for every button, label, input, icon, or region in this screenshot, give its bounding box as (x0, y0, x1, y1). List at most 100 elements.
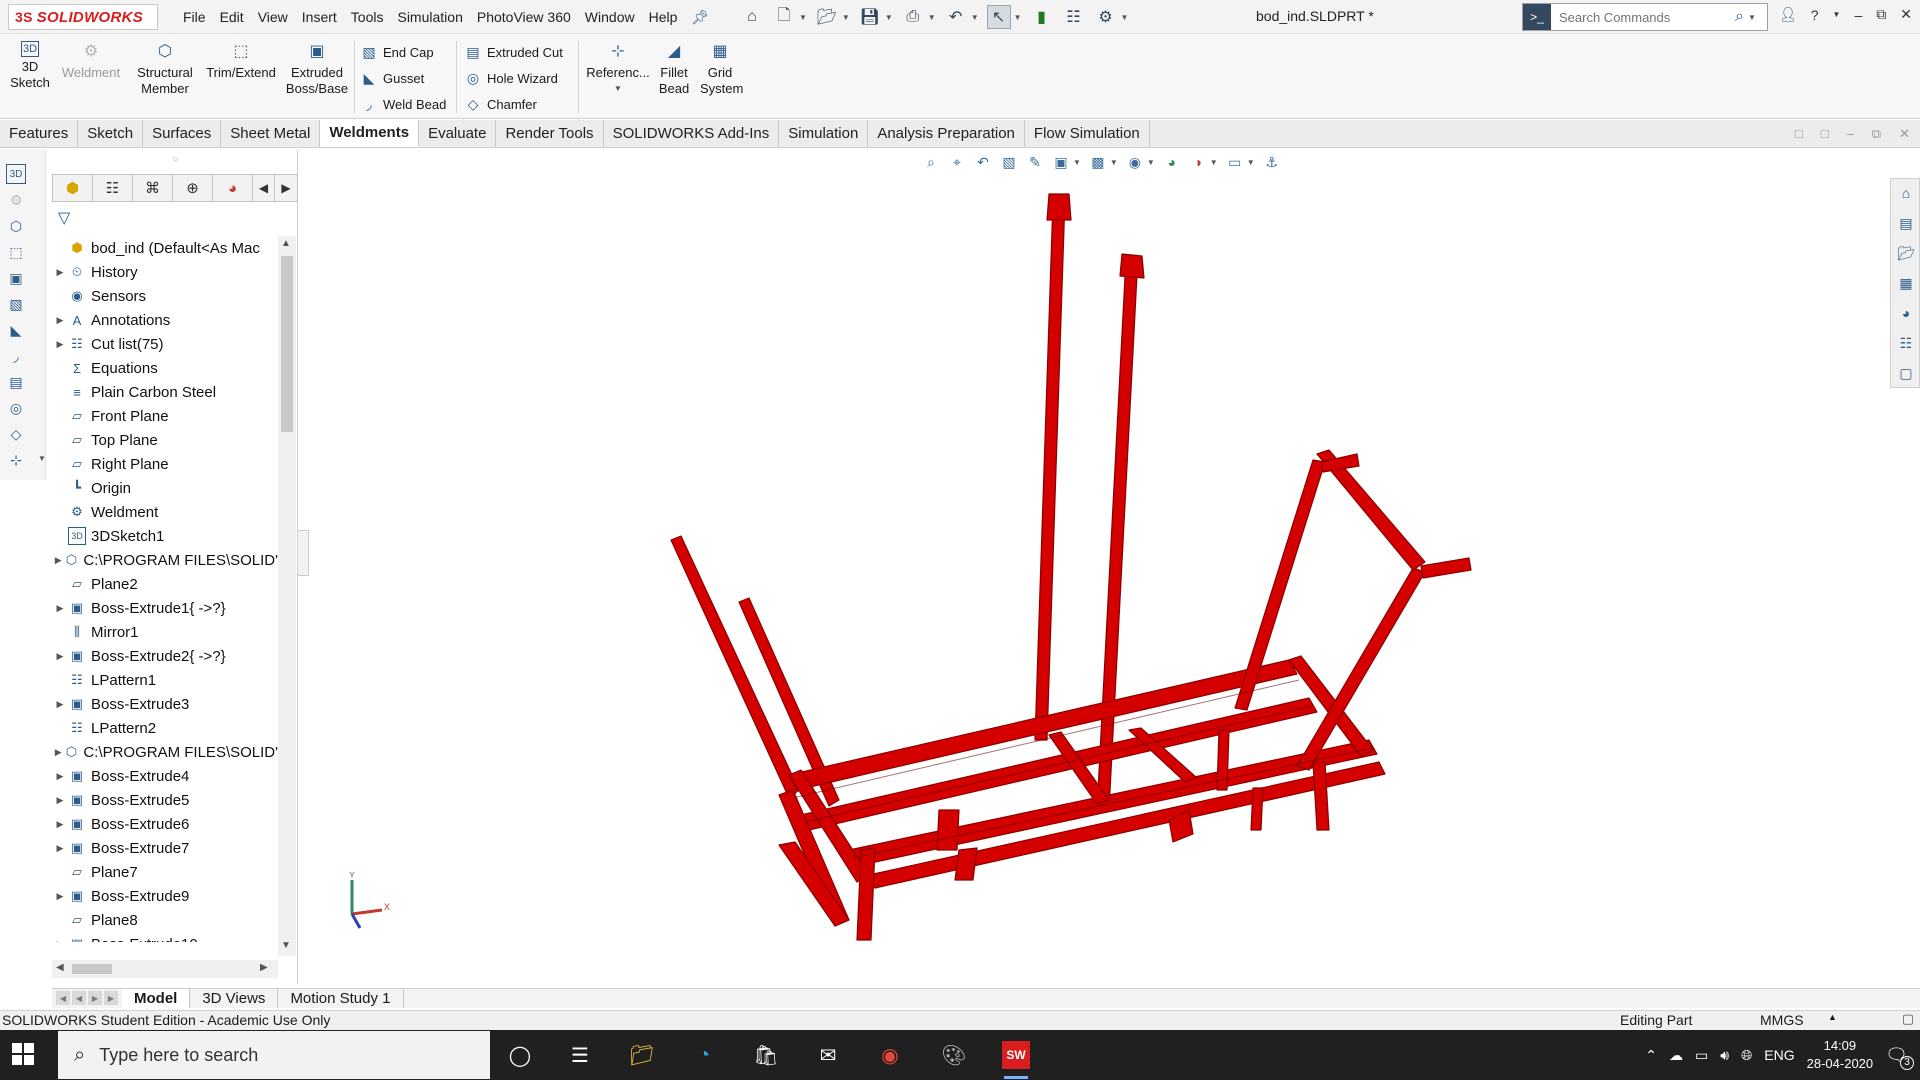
next-tab-icon[interactable]: ▶ (88, 991, 102, 1005)
trim-extend-icon[interactable]: ⬚ (6, 242, 26, 262)
tab-simulation[interactable]: Simulation (779, 120, 869, 147)
scroll-left-icon[interactable]: ◀ (56, 962, 64, 973)
speaker-icon[interactable]: 🔊︎ (1720, 1047, 1729, 1064)
scrollbar-thumb[interactable] (281, 256, 293, 432)
save-icon[interactable]: 💾︎ (858, 5, 882, 29)
chevron-down-icon[interactable]: ▼ (1210, 158, 1218, 167)
units-selector[interactable]: MMGS (1760, 1012, 1804, 1028)
weldment-button[interactable]: ⚙ Weldment (56, 41, 126, 81)
store-icon[interactable]: 🛍︎ (750, 1039, 782, 1071)
hide-show-icon[interactable]: ◉ (1126, 153, 1144, 171)
clock[interactable]: 14:09 28-04-2020 (1807, 1037, 1874, 1073)
undo-icon[interactable]: ↶ (944, 5, 968, 29)
graphics-area[interactable] (309, 150, 1884, 986)
tree-item[interactable]: ▱ Top Plane (52, 428, 278, 452)
configuration-manager-tab-icon[interactable]: ⌘ (133, 175, 173, 201)
expand-arrow-icon[interactable]: ▶ (52, 555, 64, 566)
expand-arrow-icon[interactable]: ▶ (52, 315, 68, 326)
expand-arrow-icon[interactable]: ▶ (52, 891, 68, 902)
start-button[interactable] (12, 1043, 36, 1067)
chevron-right-icon[interactable]: ▶ (275, 175, 297, 201)
chevron-down-icon[interactable]: ▼ (614, 81, 622, 97)
expand-arrow-icon[interactable]: ▶ (52, 267, 68, 278)
battery-icon[interactable]: ▭ (1695, 1047, 1708, 1064)
tree-item[interactable]: ▱ Plane7 (52, 860, 278, 884)
tree-item[interactable]: ⚙ Weldment (52, 500, 278, 524)
user-icon[interactable]: 👤︎ (1779, 6, 1797, 23)
tab-sheet-metal[interactable]: Sheet Metal (221, 120, 321, 147)
extruded-cut-icon[interactable]: ▤ (6, 372, 26, 392)
cortana-icon[interactable]: ◯ (504, 1039, 536, 1071)
tab-3d-views[interactable]: 3D Views (190, 989, 279, 1008)
menu-file[interactable]: File (176, 9, 213, 25)
chevron-down-icon[interactable]: ▼ (1073, 158, 1081, 167)
tab-evaluate[interactable]: Evaluate (419, 120, 497, 147)
minimize-icon[interactable]: – (1854, 7, 1862, 23)
hole-wizard-icon[interactable]: ◎ (6, 398, 26, 418)
simulation-display-icon[interactable]: ⚓︎ (1263, 153, 1281, 171)
tree-item[interactable]: ▶ ⬡ C:\PROGRAM FILES\SOLID' (52, 740, 278, 764)
tab-sketch[interactable]: Sketch (78, 120, 144, 147)
scroll-down-icon[interactable]: ▼ (281, 940, 291, 951)
chrome-icon[interactable]: ◉ (874, 1039, 906, 1071)
fillet-bead-button[interactable]: ◢ Fillet Bead (656, 41, 692, 97)
help-icon[interactable]: ? (1811, 7, 1819, 23)
extrude-icon[interactable]: ▣ (6, 268, 26, 288)
menu-tools[interactable]: Tools (344, 9, 391, 25)
chevron-down-icon[interactable]: ▼ (1748, 13, 1756, 22)
chevron-down-icon[interactable]: ▼ (1147, 158, 1155, 167)
close-icon[interactable]: ✕ (1900, 6, 1912, 23)
hole-wizard-button[interactable]: ◎ Hole Wizard (464, 69, 558, 87)
restore-icon[interactable]: ⧉ (1876, 6, 1886, 23)
restore-icon[interactable]: ⧉ (1872, 126, 1881, 142)
tab-weldments[interactable]: Weldments (320, 120, 420, 147)
chevron-down-icon[interactable]: ▼ (1014, 13, 1022, 22)
dimxpert-tab-icon[interactable]: ⊕ (173, 175, 213, 201)
tree-item[interactable]: ▶ ▣ Boss-Extrude5 (52, 788, 278, 812)
custom-properties-icon[interactable]: ☷ (1896, 333, 1916, 353)
onedrive-cloud-icon[interactable]: ☁ (1669, 1047, 1683, 1064)
menu-insert[interactable]: Insert (295, 9, 344, 25)
search-input[interactable] (1551, 9, 1731, 25)
tree-item[interactable]: ▶ ☷ Cut list(75) (52, 332, 278, 356)
zoom-to-area-icon[interactable]: ⌖ (948, 153, 966, 171)
search-commands-box[interactable]: >_ ⌕ ▼ (1522, 3, 1768, 31)
menu-view[interactable]: View (251, 9, 295, 25)
design-library-icon[interactable]: ▤ (1896, 213, 1916, 233)
tile-left-icon[interactable]: □ (1795, 126, 1803, 142)
tree-item[interactable]: ▶ ▣ Boss-Extrude6 (52, 812, 278, 836)
reference-geometry-button[interactable]: ⊹ Referenc... ▼ (584, 41, 652, 97)
tree-item[interactable]: ▶ ▣ Boss-Extrude1{ ->?} (52, 596, 278, 620)
section-view-icon[interactable]: ▧ (1000, 153, 1018, 171)
gusset-icon[interactable]: ◣ (6, 320, 26, 340)
pin-icon[interactable]: 📌︎ (684, 9, 716, 26)
appearances-icon[interactable]: ◕ (1896, 303, 1916, 323)
apply-scene-icon[interactable]: ◑ (1189, 153, 1207, 171)
home-icon[interactable]: ⌂ (1896, 183, 1916, 203)
forum-icon[interactable]: ▢ (1896, 363, 1916, 383)
tree-item[interactable]: 3D 3DSketch1 (52, 524, 278, 548)
close-icon[interactable]: ✕ (1899, 126, 1910, 142)
zoom-to-fit-icon[interactable]: ⌕ (922, 153, 940, 171)
select-pointer-icon[interactable]: ↖ (986, 5, 1011, 29)
tree-item[interactable]: ▶ ⬡ C:\PROGRAM FILES\SOLID' (52, 548, 278, 572)
panel-grip[interactable]: ○ (52, 150, 298, 170)
file-explorer-icon[interactable]: 📂︎ (1896, 243, 1916, 263)
chevron-down-icon[interactable]: ▼ (1247, 158, 1255, 167)
print-icon[interactable]: ⎙ (901, 5, 925, 29)
scroll-up-icon[interactable]: ▲ (281, 238, 291, 249)
previous-view-icon[interactable]: ↶ (974, 153, 992, 171)
tree-item[interactable]: ▶▣ Boss-Extrude10 (52, 932, 278, 943)
weldment-icon[interactable]: ⚙ (6, 190, 26, 210)
chevron-up-icon[interactable]: ▲ (1828, 1012, 1837, 1022)
tree-item[interactable]: ▶ ⏲ History (52, 260, 278, 284)
tab-features[interactable]: Features (0, 120, 79, 147)
end-cap-button[interactable]: ▧ End Cap (360, 43, 433, 61)
tab-addins[interactable]: SOLIDWORKS Add-Ins (604, 120, 780, 147)
solidworks-taskbar-icon[interactable]: SW (1000, 1039, 1032, 1079)
chevron-down-icon[interactable]: ▼ (1110, 158, 1118, 167)
panel-splitter[interactable] (297, 530, 309, 576)
chevron-down-icon[interactable]: ▼ (1833, 10, 1841, 19)
expand-arrow-icon[interactable]: ▶ (52, 819, 68, 830)
rebuild-icon[interactable]: ▮ (1030, 5, 1054, 29)
